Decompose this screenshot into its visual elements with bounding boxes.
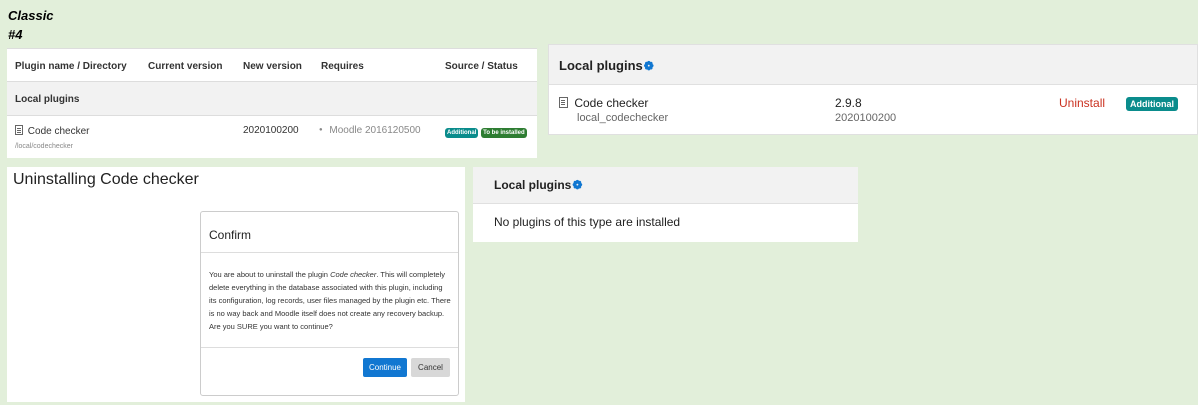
col-header-new-version[interactable]: New version bbox=[243, 61, 302, 72]
plugin-name: Code checker bbox=[27, 126, 90, 137]
table-row: Code checker /local/codechecker 20201002… bbox=[7, 116, 537, 158]
section-row-local-plugins: Local plugins bbox=[7, 81, 537, 116]
theme-label-classic: Classic bbox=[8, 8, 54, 23]
badge-to-be-installed: To be installed bbox=[481, 128, 527, 138]
plugin-status-cell: Additional To be installed bbox=[445, 126, 527, 138]
panel-title-text: Local plugins bbox=[494, 178, 572, 192]
table-header: Plugin name / Directory Current version … bbox=[7, 48, 537, 81]
section-title: Local plugins bbox=[15, 94, 80, 105]
uninstall-link[interactable]: Uninstall bbox=[1059, 96, 1105, 110]
dialog-header: Confirm bbox=[201, 212, 458, 253]
plugin-name-cell: Code checker bbox=[15, 125, 89, 137]
theme-label-number: #4 bbox=[8, 27, 23, 42]
plugin-new-version: 2020100200 bbox=[243, 125, 299, 136]
plugin-requires: ● Moodle 2016120500 bbox=[319, 125, 421, 136]
theme-label: Classic #4 bbox=[8, 6, 54, 44]
empty-message: No plugins of this type are installed bbox=[494, 215, 681, 229]
plugin-version: 2020100200 bbox=[835, 112, 897, 124]
page-title: Uninstalling Code checker bbox=[13, 171, 199, 188]
dialog-footer: Continue Cancel bbox=[201, 347, 458, 395]
col-header-plugin-name[interactable]: Plugin name / Directory bbox=[15, 61, 127, 72]
col-header-source-status[interactable]: Source / Status bbox=[445, 61, 518, 72]
col-header-current-version[interactable]: Current version bbox=[148, 61, 222, 72]
message-text-start: You are about to uninstall the plugin bbox=[209, 270, 331, 279]
col-header-requires[interactable]: Requires bbox=[321, 61, 364, 72]
badge-additional: Additional bbox=[1126, 97, 1178, 111]
badge-additional: Additional bbox=[445, 128, 479, 138]
gear-icon[interactable]: ❁ bbox=[572, 178, 582, 192]
confirm-dialog: Confirm You are about to uninstall the p… bbox=[200, 211, 459, 396]
cancel-button[interactable]: Cancel bbox=[411, 358, 450, 377]
classic-plugins-table: Plugin name / Directory Current version … bbox=[7, 48, 537, 158]
uninstall-page: Uninstalling Code checker Confirm You ar… bbox=[7, 167, 465, 402]
bullet-icon: ● bbox=[319, 127, 323, 133]
file-icon bbox=[559, 97, 568, 108]
plugin-name: Code checker bbox=[574, 96, 649, 110]
message-plugin-name: Code checker bbox=[330, 270, 377, 279]
plugin-component: local_codechecker bbox=[577, 112, 669, 124]
continue-button[interactable]: Continue bbox=[363, 358, 407, 377]
plugin-directory: /local/codechecker bbox=[15, 143, 73, 150]
dialog-message: You are about to uninstall the plugin Co… bbox=[209, 268, 451, 333]
panel-header: Local plugins❁ bbox=[549, 45, 1197, 85]
panel-title-text: Local plugins bbox=[559, 58, 643, 73]
boost-plugins-panel: Local plugins❁ Code checker local_codech… bbox=[548, 44, 1198, 135]
dialog-title: Confirm bbox=[209, 228, 252, 242]
gear-icon[interactable]: ❁ bbox=[644, 59, 654, 73]
plugin-name-cell: Code checker bbox=[559, 96, 648, 110]
empty-plugins-panel: Local plugins❁ No plugins of this type a… bbox=[473, 167, 858, 242]
panel-header: Local plugins❁ bbox=[473, 167, 858, 204]
message-text-end: . This will completely delete everything… bbox=[209, 270, 451, 331]
panel-title: Local plugins❁ bbox=[559, 58, 654, 73]
file-icon bbox=[15, 125, 23, 135]
plugin-release: 2.9.8 bbox=[835, 96, 862, 110]
panel-title: Local plugins❁ bbox=[494, 178, 582, 192]
plugin-requires-text: Moodle 2016120500 bbox=[329, 125, 421, 136]
